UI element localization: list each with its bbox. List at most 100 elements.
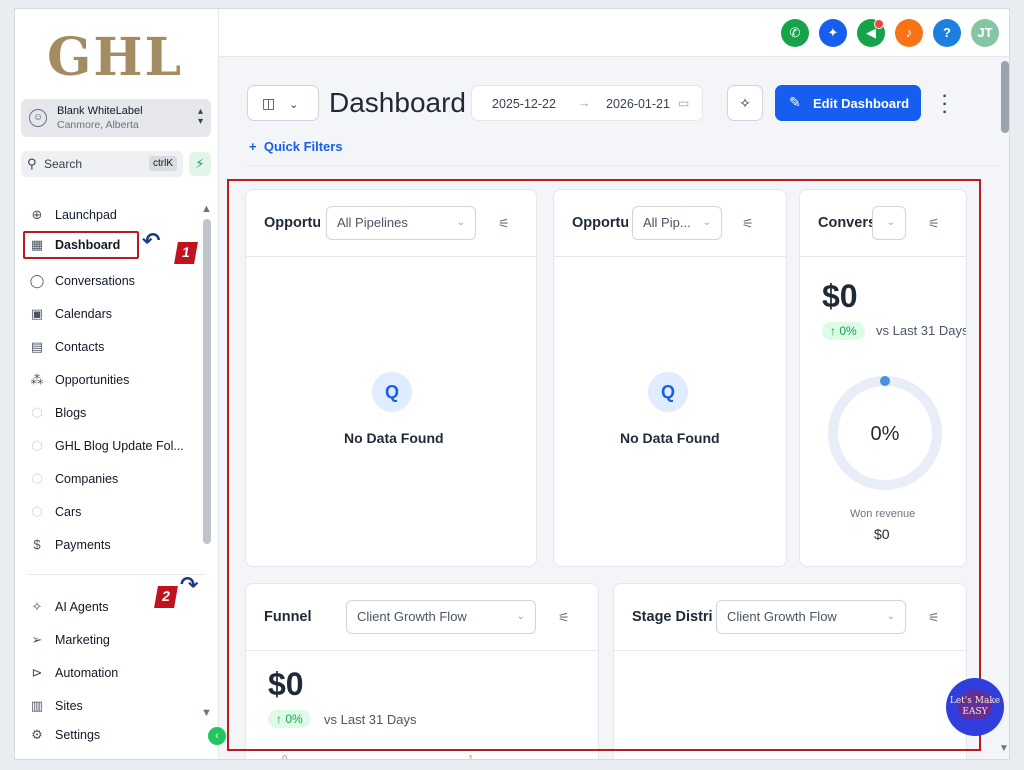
sidebar-item-calendars[interactable]: ▣ Calendars (23, 300, 193, 328)
sidebar-item-blogs[interactable]: ⬡ Blogs (23, 399, 193, 427)
account-switcher[interactable]: ☺ Blank WhiteLabel Canmore, Alberta ▴ ▾ (21, 99, 211, 137)
sidebar-scrollbar[interactable] (203, 219, 211, 544)
pencil-icon: ✎ (789, 94, 801, 110)
contacts-icon: ▤ (30, 339, 44, 354)
grid-icon: ▦ (30, 237, 44, 252)
annotation-marker-2: 2 (154, 586, 178, 608)
payments-icon: $ (33, 537, 41, 552)
annotation-marker-1: 1 (174, 242, 198, 264)
sidebar-item-label: Blogs (55, 406, 87, 420)
sidebar-item-label: Sites (55, 699, 83, 713)
send-icon: ➢ (31, 632, 43, 647)
axis-tick: 1 (468, 754, 474, 760)
calendar-icon: ▣ (30, 306, 44, 321)
top-bar: ✆ ✦ ◀ ♪ ? JT (219, 9, 1009, 57)
layout-switcher-button[interactable]: ◫ ⌄ (247, 85, 319, 121)
watermark-badge: Let's Make EASY (946, 678, 1004, 736)
sidebar-item-sites[interactable]: ▥ Sites (23, 692, 193, 720)
chevron-down-icon: ⌄ (289, 99, 299, 111)
page-scrollbar[interactable]: ▼ (999, 57, 1009, 759)
sidebar-item-label: Launchpad (55, 208, 117, 222)
sidebar-item-label: Marketing (55, 633, 110, 647)
sidebar-item-label: GHL Blog Update Fol... (55, 439, 184, 453)
sidebar: GHL ☺ Blank WhiteLabel Canmore, Alberta … (15, 9, 219, 759)
sidebar-item-cars[interactable]: ⬡ Cars (23, 498, 193, 526)
account-avatar-icon: ☺ (29, 109, 47, 127)
sidebar-item-contacts[interactable]: ▤ Contacts (23, 333, 193, 361)
sidebar-item-payments[interactable]: $ Payments (23, 531, 193, 559)
search-icon: ⚲ (27, 156, 37, 171)
account-name: Blank WhiteLabel (57, 105, 143, 117)
sidebar-item-marketing[interactable]: ➢ Marketing (23, 626, 193, 654)
sidebar-item-label: Conversations (55, 274, 135, 288)
chevron-updown-icon: ▴ ▾ (197, 106, 203, 127)
sidebar-item-label: Cars (55, 505, 82, 519)
collapse-sidebar-icon[interactable]: ‹ (208, 727, 226, 745)
cube-icon: ⬡ (31, 405, 43, 420)
logo: GHL (47, 27, 184, 88)
date-range-picker[interactable]: 2025-12-22 → 2026-01-21 ▭ (471, 85, 703, 121)
sidebar-item-conversations[interactable]: ◯ Conversations (23, 267, 193, 295)
magic-wand-icon: ✧ (739, 95, 751, 111)
sidebar-item-label: Opportunities (55, 373, 130, 387)
magic-wand-icon[interactable]: ✦ (819, 19, 847, 47)
search-shortcut: ctrlK (149, 156, 177, 171)
rocket-icon: ⊕ (31, 207, 43, 222)
sidebar-item-automation[interactable]: ⊳ Automation (23, 659, 193, 687)
date-end: 2026-01-21 (606, 97, 670, 111)
scroll-up-icon[interactable]: ▲ (201, 203, 212, 215)
date-start: 2025-12-22 (492, 97, 556, 111)
divider (247, 165, 999, 166)
sidebar-item-companies[interactable]: ⬡ Companies (23, 465, 193, 493)
annotation-arrow-icon: ↶ (142, 228, 161, 253)
announcement-icon[interactable]: ◀ (857, 19, 885, 47)
edit-dashboard-button[interactable]: ✎ Edit Dashboard (775, 85, 921, 121)
user-avatar[interactable]: JT (971, 19, 999, 47)
search-input[interactable]: ⚲ Search ctrlK (21, 151, 183, 177)
cube-icon: ⬡ (31, 438, 43, 453)
badge-line-2: EASY (962, 707, 988, 717)
layout-icon: ◫ (262, 95, 276, 111)
chat-icon: ◯ (29, 273, 45, 288)
pipeline-icon: ⁂ (30, 372, 44, 387)
calendar-icon: ▭ (678, 96, 690, 110)
quick-action-bolt-icon[interactable]: ⚡ (189, 152, 211, 176)
edit-dashboard-label: Edit Dashboard (813, 96, 910, 111)
quick-filters-button[interactable]: + Quick Filters (249, 139, 343, 154)
sparkle-icon: ✧ (31, 599, 43, 614)
sidebar-item-launchpad[interactable]: ⊕ Launchpad (23, 201, 193, 229)
sidebar-divider (27, 574, 205, 575)
sites-icon: ▥ (30, 698, 44, 713)
axis-tick: 0 (282, 754, 288, 760)
cube-icon: ⬡ (31, 504, 43, 519)
ai-magic-button[interactable]: ✧ (727, 85, 763, 121)
arrow-right-icon: → (578, 96, 591, 110)
sidebar-item-dashboard[interactable]: ▦ Dashboard (23, 231, 139, 259)
phone-icon[interactable]: ✆ (781, 19, 809, 47)
help-icon[interactable]: ? (933, 19, 961, 47)
annotation-highlight-box (227, 179, 981, 751)
search-label: Search (44, 157, 83, 171)
annotation-arrow-icon: ↷ (180, 572, 199, 597)
cube-icon: ⬡ (31, 471, 43, 486)
scroll-down-icon[interactable]: ▼ (999, 743, 1009, 754)
sidebar-item-ghl-blog-update[interactable]: ⬡ GHL Blog Update Fol... (23, 432, 193, 460)
sidebar-item-label: AI Agents (55, 600, 109, 614)
bell-icon[interactable]: ♪ (895, 19, 923, 47)
scrollbar-thumb[interactable] (1001, 61, 1009, 133)
sidebar-item-label: Dashboard (55, 238, 121, 252)
play-icon: ⊳ (31, 665, 43, 680)
gear-icon: ⚙ (31, 727, 43, 742)
scroll-down-icon[interactable]: ▼ (201, 707, 212, 719)
quick-filters-label: Quick Filters (263, 139, 343, 154)
sidebar-item-label: Settings (55, 728, 101, 742)
sidebar-item-settings[interactable]: ⚙ Settings (23, 721, 193, 749)
badge-line-1: Let's Make (949, 696, 1001, 706)
sidebar-item-label: Automation (55, 666, 119, 680)
account-location: Canmore, Alberta (57, 119, 139, 131)
more-options-icon[interactable]: · · · (941, 89, 949, 121)
sidebar-item-opportunities[interactable]: ⁂ Opportunities (23, 366, 193, 394)
sidebar-item-label: Companies (55, 472, 119, 486)
sidebar-item-label: Payments (55, 538, 111, 552)
sidebar-item-label: Contacts (55, 340, 105, 354)
